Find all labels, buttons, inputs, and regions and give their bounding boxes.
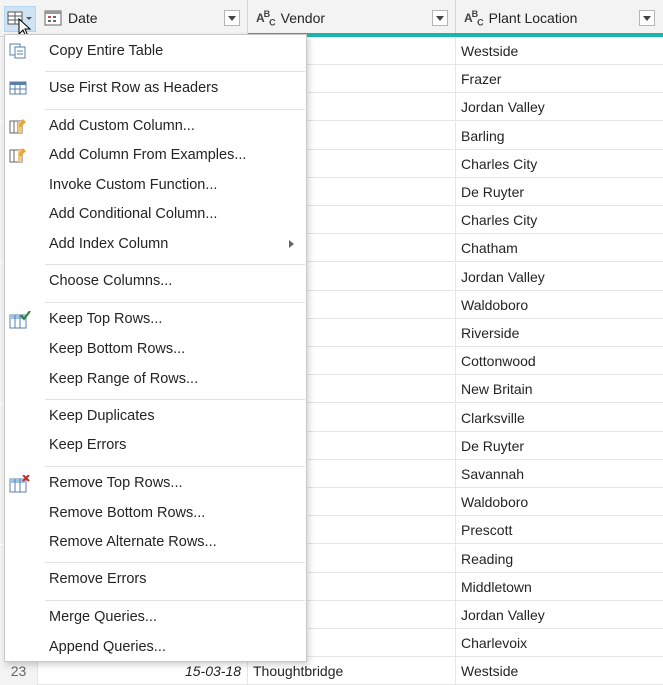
menu-item-label: Add Conditional Column... bbox=[49, 206, 218, 222]
plant-location-cell[interactable]: Prescott bbox=[456, 516, 663, 544]
column-header-plant-location[interactable]: ABC Plant Location bbox=[456, 0, 663, 36]
table-menu-button[interactable] bbox=[3, 5, 37, 38]
menu-item-label: Keep Errors bbox=[49, 437, 127, 453]
menu-item-keep-top-rows[interactable]: Keep Top Rows... bbox=[5, 305, 306, 333]
column-examples-icon bbox=[9, 147, 27, 163]
column-name-plant-location: Plant Location bbox=[488, 10, 578, 26]
menu-item-remove-top-rows[interactable]: Remove Top Rows... bbox=[5, 469, 306, 497]
menu-item-add-conditional-column[interactable]: Add Conditional Column... bbox=[5, 200, 306, 228]
menu-item-merge-queries[interactable]: Merge Queries... bbox=[5, 603, 306, 631]
menu-item-label: Keep Bottom Rows... bbox=[49, 341, 186, 357]
menu-item-label: Remove Bottom Rows... bbox=[49, 505, 206, 521]
menu-item-add-index-column[interactable]: Add Index Column bbox=[5, 230, 306, 258]
plant-location-cell[interactable]: Frazer bbox=[456, 65, 663, 93]
menu-item-label: Keep Duplicates bbox=[49, 408, 155, 424]
copy-table-icon bbox=[9, 43, 27, 59]
menu-separator bbox=[45, 302, 305, 303]
plant-location-cell[interactable]: Chatham bbox=[456, 234, 663, 262]
menu-item-add-column-from-examples[interactable]: Add Column From Examples... bbox=[5, 141, 306, 169]
menu-item-label: Remove Top Rows... bbox=[49, 475, 183, 491]
plant-location-cell[interactable]: Barling bbox=[456, 122, 663, 150]
remove-rows-icon bbox=[9, 474, 30, 493]
plant-location-cell[interactable]: Savannah bbox=[456, 460, 663, 488]
column-name-date: Date bbox=[68, 10, 98, 26]
plant-location-cell[interactable]: Waldoboro bbox=[456, 291, 663, 319]
menu-item-append-queries[interactable]: Append Queries... bbox=[5, 633, 306, 661]
menu-item-remove-errors[interactable]: Remove Errors bbox=[5, 565, 306, 593]
plant-location-cell[interactable]: Jordan Valley bbox=[456, 601, 663, 629]
calendar-icon bbox=[44, 10, 62, 26]
table-context-menu: Copy Entire Table Use First Row as Header… bbox=[4, 34, 307, 662]
column-header-date[interactable]: Date bbox=[38, 0, 248, 36]
menu-item-label: Merge Queries... bbox=[49, 609, 157, 625]
plant-location-cell[interactable]: Cottonwood bbox=[456, 347, 663, 375]
plant-location-cell[interactable]: Waldoboro bbox=[456, 488, 663, 516]
plant-location-cell[interactable]: De Ruyter bbox=[456, 432, 663, 460]
menu-item-label: Keep Top Rows... bbox=[49, 311, 163, 327]
menu-item-label: Append Queries... bbox=[49, 639, 166, 655]
menu-item-keep-bottom-rows[interactable]: Keep Bottom Rows... bbox=[5, 335, 306, 363]
plant-location-cell[interactable]: Charlevoix bbox=[456, 629, 663, 657]
custom-column-icon bbox=[9, 118, 27, 134]
plant-location-cell[interactable]: Charles City bbox=[456, 150, 663, 178]
filter-dropdown-button[interactable] bbox=[224, 10, 240, 26]
menu-item-use-first-row-as-headers[interactable]: Use First Row as Headers bbox=[5, 74, 306, 102]
menu-item-remove-bottom-rows[interactable]: Remove Bottom Rows... bbox=[5, 499, 306, 527]
plant-location-cell[interactable]: Clarksville bbox=[456, 404, 663, 432]
plant-location-cell[interactable]: New Britain bbox=[456, 375, 663, 403]
menu-separator bbox=[45, 264, 305, 265]
plant-location-cell[interactable]: Jordan Valley bbox=[456, 93, 663, 121]
menu-item-label: Remove Alternate Rows... bbox=[49, 534, 217, 550]
plant-location-cell[interactable]: Westside bbox=[456, 657, 663, 685]
menu-separator bbox=[45, 109, 305, 110]
plant-location-cell[interactable]: Middletown bbox=[456, 573, 663, 601]
column-name-vendor: Vendor bbox=[280, 10, 326, 26]
menu-item-label: Copy Entire Table bbox=[49, 43, 164, 59]
menu-item-keep-range-of-rows[interactable]: Keep Range of Rows... bbox=[5, 365, 306, 393]
filter-dropdown-button[interactable] bbox=[639, 10, 655, 26]
keep-rows-icon bbox=[9, 310, 31, 329]
menu-item-keep-duplicates[interactable]: Keep Duplicates bbox=[5, 402, 306, 430]
menu-item-label: Choose Columns... bbox=[49, 273, 173, 289]
plant-location-cell[interactable]: Riverside bbox=[456, 319, 663, 347]
menu-item-label: Invoke Custom Function... bbox=[49, 177, 218, 193]
menu-item-keep-errors[interactable]: Keep Errors bbox=[5, 431, 306, 459]
menu-item-label: Add Index Column bbox=[49, 236, 169, 252]
plant-location-cell[interactable]: Jordan Valley bbox=[456, 263, 663, 291]
menu-separator bbox=[45, 399, 305, 400]
menu-item-label: Keep Range of Rows... bbox=[49, 371, 199, 387]
menu-separator bbox=[45, 466, 305, 467]
menu-item-label: Add Custom Column... bbox=[49, 118, 195, 134]
menu-item-label: Use First Row as Headers bbox=[49, 80, 219, 96]
menu-separator bbox=[45, 562, 305, 563]
menu-item-remove-alternate-rows[interactable]: Remove Alternate Rows... bbox=[5, 528, 306, 556]
plant-location-cell[interactable]: De Ruyter bbox=[456, 178, 663, 206]
filter-dropdown-button[interactable] bbox=[432, 10, 448, 26]
menu-item-choose-columns[interactable]: Choose Columns... bbox=[5, 267, 306, 295]
plant-location-cell[interactable]: Westside bbox=[456, 37, 663, 65]
menu-item-add-custom-column[interactable]: Add Custom Column... bbox=[5, 112, 306, 140]
table-headers-icon bbox=[9, 80, 27, 96]
plant-location-cell[interactable]: Charles City bbox=[456, 206, 663, 234]
menu-separator bbox=[45, 600, 305, 601]
menu-item-label: Add Column From Examples... bbox=[49, 147, 247, 163]
column-header-vendor[interactable]: ABC Vendor bbox=[248, 0, 456, 36]
plant-location-cell[interactable]: Reading bbox=[456, 545, 663, 573]
menu-item-copy-entire-table[interactable]: Copy Entire Table bbox=[5, 37, 306, 65]
menu-item-invoke-custom-function[interactable]: Invoke Custom Function... bbox=[5, 171, 306, 199]
menu-separator bbox=[45, 71, 305, 72]
text-type-icon: ABC bbox=[256, 8, 276, 28]
menu-item-label: Remove Errors bbox=[49, 571, 147, 587]
chevron-right-icon bbox=[289, 240, 294, 248]
text-type-icon: ABC bbox=[464, 8, 484, 28]
column-header-bar: Date ABC Vendor ABC Plant Location bbox=[0, 0, 663, 38]
